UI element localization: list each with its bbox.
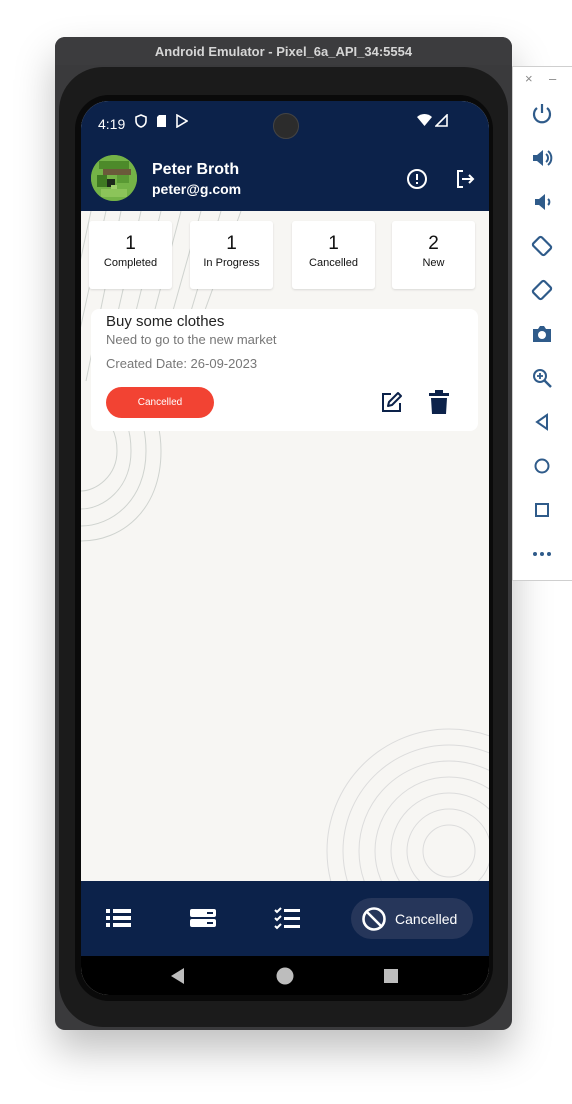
task-title: Buy some clothes [106, 313, 225, 330]
status-icons-right [417, 114, 448, 127]
checklist-icon[interactable] [274, 906, 302, 930]
status-bar: 4:19 [81, 101, 489, 147]
home-icon[interactable] [530, 454, 554, 478]
zoom-icon[interactable] [530, 366, 554, 390]
stat-card-cancelled[interactable]: 1 Cancelled [292, 221, 375, 289]
front-camera [273, 113, 299, 139]
play-store-icon [176, 114, 188, 128]
overview-icon[interactable] [383, 968, 399, 984]
power-icon[interactable] [530, 102, 554, 126]
user-name: Peter Broth [152, 161, 240, 178]
phone-bezel: 4:19 Peter Broth peter@g.com 1 Completed… [75, 95, 493, 1001]
camera-icon[interactable] [530, 322, 554, 346]
app-bar: Peter Broth peter@g.com [81, 147, 489, 211]
emulator-window: Android Emulator - Pixel_6a_API_34:5554 … [55, 37, 512, 1030]
home-icon[interactable] [276, 967, 294, 985]
stat-card-new[interactable]: 2 New [392, 221, 475, 289]
signal-icon [435, 114, 448, 127]
close-button[interactable]: × [525, 71, 533, 86]
phone-body: 4:19 Peter Broth peter@g.com 1 Completed… [59, 67, 508, 1027]
back-icon[interactable] [530, 410, 554, 434]
task-status-badge[interactable]: Cancelled [106, 387, 214, 418]
avatar-image [91, 155, 137, 201]
stat-count: 1 [125, 233, 136, 254]
task-card[interactable]: Buy some clothes Need to go to the new m… [91, 309, 478, 431]
stat-count: 2 [428, 233, 439, 254]
stat-label: New [422, 257, 445, 269]
more-icon[interactable] [530, 542, 554, 566]
stat-label: Completed [103, 257, 158, 269]
status-time: 4:19 [98, 116, 126, 132]
bottom-navigation: Cancelled [81, 881, 489, 956]
stat-card-completed[interactable]: 1 Completed [89, 221, 172, 289]
stat-card-in-progress[interactable]: 1 In Progress [190, 221, 273, 289]
shield-icon [135, 114, 147, 128]
emulator-side-toolbar: × – [512, 66, 572, 581]
delete-icon[interactable] [428, 389, 450, 415]
status-icons-left [135, 114, 188, 128]
list-icon[interactable] [105, 906, 133, 930]
user-email: peter@g.com [152, 181, 242, 197]
sim-card-icon [157, 115, 166, 127]
main-content[interactable]: 1 Completed 1 In Progress 1 Cancelled 2 … [81, 211, 489, 881]
task-created-date: Created Date: 26-09-2023 [106, 356, 258, 371]
nav-item-cancelled[interactable]: Cancelled [351, 898, 473, 939]
task-description: Need to go to the new market [106, 332, 277, 347]
stat-label: Cancelled [309, 257, 358, 269]
logout-icon[interactable] [453, 167, 477, 191]
volume-up-icon[interactable] [530, 146, 554, 170]
nav-item-cancelled-label: Cancelled [395, 910, 458, 927]
wifi-icon [417, 114, 432, 126]
avatar[interactable] [91, 155, 137, 201]
stat-count: 1 [328, 233, 339, 254]
overview-icon[interactable] [530, 498, 554, 522]
info-icon[interactable] [405, 167, 429, 191]
rotate-right-icon[interactable] [530, 278, 554, 302]
progress-icon[interactable] [189, 906, 217, 930]
edit-icon[interactable] [379, 390, 404, 415]
system-navigation-bar [81, 956, 489, 995]
rotate-left-icon[interactable] [530, 234, 554, 258]
stat-label: In Progress [203, 257, 260, 269]
cancel-icon [362, 906, 386, 931]
stat-count: 1 [226, 233, 237, 254]
emulator-title: Android Emulator - Pixel_6a_API_34:5554 [55, 37, 512, 65]
phone-screen: 4:19 Peter Broth peter@g.com 1 Completed… [81, 101, 489, 995]
minimize-button[interactable]: – [549, 71, 556, 86]
volume-down-icon[interactable] [530, 190, 554, 214]
back-icon[interactable] [169, 967, 187, 985]
